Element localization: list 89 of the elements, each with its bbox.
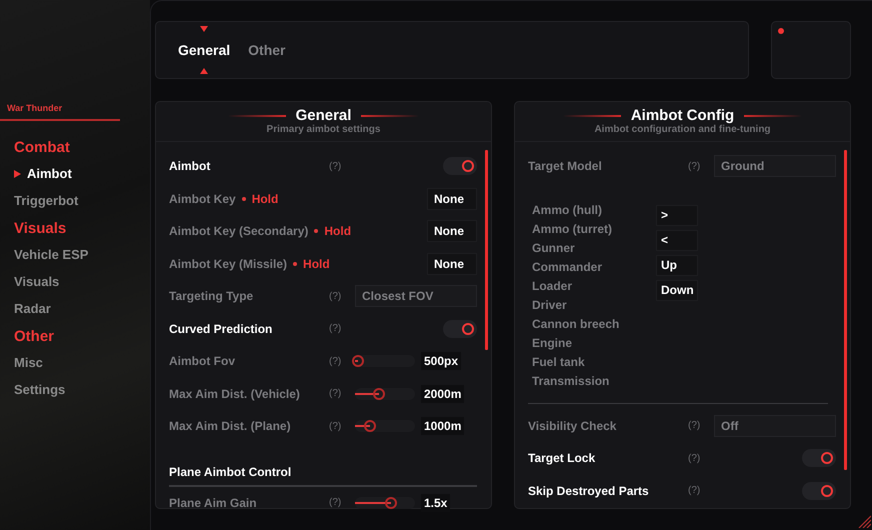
hitbox-label: Gunner <box>532 240 576 256</box>
slider[interactable] <box>355 496 415 509</box>
slider[interactable] <box>355 388 415 400</box>
setting-label: Skip Destroyed Parts <box>528 484 650 498</box>
hitbox-label: Ammo (hull) <box>532 202 603 218</box>
status-dot <box>778 28 784 34</box>
help-hint[interactable]: (?) <box>688 160 714 172</box>
setting-label: Aimbot Key (Missile) <box>169 256 288 271</box>
key-mode[interactable]: Hold <box>324 224 352 238</box>
hitbox-label: Engine <box>532 336 574 352</box>
group-heading: Visuals <box>13 219 68 239</box>
toggle-switch[interactable] <box>443 320 477 338</box>
pointer-icon <box>14 170 21 178</box>
setting-label: Aimbot Key (Secondary) <box>169 224 308 238</box>
group-heading: Combat <box>13 138 71 158</box>
hitbox-label: Commander <box>532 260 604 276</box>
panel-subtitle: Aimbot configuration and fine-tuning <box>594 124 771 135</box>
help-hint[interactable]: (?) <box>329 323 355 334</box>
hitbox-label: Driver <box>532 298 568 314</box>
keybind-button[interactable]: < <box>656 230 698 250</box>
hitbox-label: Transmission <box>532 374 610 390</box>
dropdown[interactable]: Off <box>714 414 836 437</box>
key-mode[interactable]: Hold <box>303 256 330 271</box>
help-hint[interactable]: (?) <box>688 420 714 432</box>
keybind-button[interactable]: Down <box>656 280 698 300</box>
dot-icon <box>293 262 298 266</box>
sidebar-item[interactable]: Radar <box>0 295 65 322</box>
toggle-switch[interactable] <box>802 482 836 500</box>
setting-label: Aimbot Fov <box>169 354 236 368</box>
scrollbar[interactable] <box>844 150 847 470</box>
keybind-button[interactable]: Up <box>656 254 698 276</box>
slider[interactable] <box>355 420 415 432</box>
setting-label: Target Model <box>528 159 603 174</box>
slider-thumb[interactable] <box>352 355 364 368</box>
hitbox-label: Ammo (turret) <box>532 222 613 238</box>
setting-label: Visibility Check <box>528 418 618 433</box>
sidebar-item[interactable]: Visuals <box>0 268 74 295</box>
sidebar-item[interactable]: Triggerbot <box>0 187 92 214</box>
setting-label: Plane Aim Gain <box>169 496 258 510</box>
slider-thumb[interactable] <box>385 496 397 509</box>
help-hint[interactable]: (?) <box>329 420 355 432</box>
help-hint[interactable]: (?) <box>329 290 355 302</box>
setting-label: Aimbot <box>169 159 212 174</box>
help-hint[interactable]: (?) <box>329 497 355 508</box>
tab[interactable]: General <box>176 26 232 74</box>
dropdown[interactable]: Ground <box>714 155 836 178</box>
slider[interactable] <box>355 355 415 368</box>
setting-label: Max Aim Dist. (Plane) <box>169 419 292 434</box>
hitbox-label: Loader <box>532 278 574 294</box>
setting-label: Targeting Type <box>169 289 254 304</box>
help-hint[interactable]: (?) <box>329 160 355 172</box>
toggle-switch[interactable] <box>443 157 477 176</box>
scrollbar[interactable] <box>485 150 488 350</box>
slider-thumb[interactable] <box>373 388 385 400</box>
setting-label: Max Aim Dist. (Vehicle) <box>169 386 301 401</box>
dropdown[interactable]: Closest FOV <box>355 285 477 308</box>
keybind-button[interactable]: None <box>427 188 477 210</box>
sidebar-item[interactable]: Misc <box>0 349 57 376</box>
hitbox-label: Fuel tank <box>532 354 586 370</box>
slider-value: 1.5x <box>421 494 450 512</box>
sidebar-item[interactable]: Aimbot <box>0 160 86 187</box>
dot-icon <box>242 196 246 201</box>
slider-value: 1000m <box>421 417 464 436</box>
panel-title: Aimbot Config <box>630 107 734 124</box>
panel-subtitle: Primary aimbot settings <box>266 124 380 135</box>
setting-label: Aimbot Key <box>169 192 236 206</box>
hitbox-label: Cannon breech <box>532 316 620 332</box>
section-heading: Plane Aimbot Control <box>169 464 477 486</box>
brand-label: War Thunder <box>6 103 62 115</box>
help-hint[interactable]: (?) <box>688 485 714 496</box>
keybind-button[interactable]: None <box>427 252 477 275</box>
setting-label: Curved Prediction <box>169 322 274 336</box>
slider-value: 2000m <box>421 384 464 403</box>
help-hint[interactable]: (?) <box>329 388 355 400</box>
key-mode[interactable]: Hold <box>252 192 278 206</box>
slider-thumb[interactable] <box>364 420 376 432</box>
keybind-button[interactable]: > <box>656 204 698 226</box>
toggle-switch[interactable] <box>802 449 836 468</box>
tab[interactable]: Other <box>246 26 288 74</box>
slider-value: 500px <box>421 352 462 370</box>
sidebar-item[interactable]: Settings <box>0 376 80 403</box>
sidebar-item[interactable]: Vehicle ESP <box>0 241 102 268</box>
panel-title: General <box>296 107 352 124</box>
group-heading: Other <box>13 327 56 347</box>
setting-label: Target Lock <box>528 451 596 466</box>
help-hint[interactable]: (?) <box>329 356 355 367</box>
dot-icon <box>314 229 318 234</box>
keybind-button[interactable]: None <box>427 220 477 242</box>
help-hint[interactable]: (?) <box>688 452 714 464</box>
